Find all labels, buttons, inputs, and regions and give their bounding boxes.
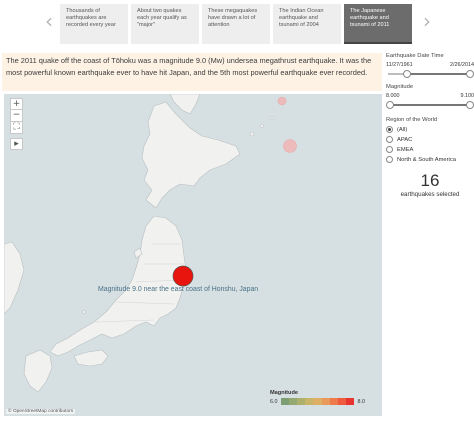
magnitude-max-handle[interactable] <box>466 101 474 109</box>
legend-color-step <box>280 398 289 405</box>
magnitude-range-slider[interactable] <box>386 101 474 109</box>
legend-color-step <box>338 398 347 405</box>
date-max-value: 2/26/2014 <box>450 62 474 68</box>
date-max-handle[interactable] <box>466 70 474 78</box>
quake-tohoku-2011 <box>172 265 194 287</box>
legend-color-step <box>346 398 355 405</box>
quake-count: 16 <box>420 171 440 190</box>
chevron-left-icon[interactable]: ‹ <box>42 2 56 42</box>
radio-button[interactable] <box>386 156 393 163</box>
story-point-label: About two quakes each year qualify as "m… <box>137 8 187 29</box>
legend-color-step <box>313 398 322 405</box>
legend-color-step <box>305 398 314 405</box>
quake-minor-2 <box>277 96 287 106</box>
land-kuril-2 <box>260 124 264 128</box>
land-kuril-3 <box>270 116 274 120</box>
magnitude-min-value: 8.000 <box>386 93 400 99</box>
zoom-in-button[interactable]: + <box>10 98 23 110</box>
story-caption: The 2011 quake off the coast of Tōhoku w… <box>2 53 382 91</box>
land-kuril-1 <box>249 131 255 137</box>
quake-minor-1 <box>283 139 297 153</box>
zoom-out-button[interactable]: − <box>10 110 23 122</box>
story-navigator: ‹ Thousands of earthquakes are recorded … <box>42 2 434 46</box>
map-canvas <box>4 94 297 393</box>
expand-toolbar-button[interactable]: ▸ <box>10 138 23 150</box>
region-option-apac[interactable]: APAC <box>386 136 474 143</box>
story-point-label: The Japanese earthquake and tsunami of 2… <box>350 8 390 29</box>
map-toolbar: + − ⛶ ▸ <box>10 98 23 150</box>
date-range-slider[interactable] <box>386 70 474 78</box>
legend-color-step <box>296 398 306 405</box>
story-point-4[interactable]: The Indian Ocean earthquake and tsunami … <box>273 4 341 44</box>
radio-button[interactable] <box>386 136 393 143</box>
land-sakhalin <box>169 94 201 115</box>
map-attribution[interactable]: © OpenStreetMap contributors <box>6 409 76 414</box>
land-kyushu <box>23 349 53 393</box>
date-min-handle[interactable] <box>403 70 411 78</box>
legend-max: 8.0 <box>357 398 366 405</box>
magnitude-min-handle[interactable] <box>386 101 394 109</box>
zoom-area-button[interactable]: ⛶ <box>10 122 23 134</box>
story-point-label: The Indian Ocean earthquake and tsunami … <box>279 8 324 29</box>
region-option-emea[interactable]: EMEA <box>386 146 474 153</box>
legend-color-step <box>321 398 330 405</box>
selection-summary: 16 earthquakes selected <box>386 171 474 198</box>
region-option-all[interactable]: (All) <box>386 126 474 133</box>
radio-button[interactable] <box>386 126 393 133</box>
date-min-value: 11/27/1961 <box>386 62 413 68</box>
story-point-label: Thousands of earthquakes are recorded ev… <box>66 8 116 29</box>
story-point-5-active[interactable]: The Japanese earthquake and tsunami of 2… <box>344 4 412 44</box>
legend-color-step <box>288 398 297 405</box>
radio-button[interactable] <box>386 146 393 153</box>
land-hokkaido <box>141 101 241 209</box>
legend-title: Magnitude <box>270 390 298 396</box>
region-option-label: (All) <box>397 126 408 133</box>
region-option-label: North & South America <box>397 156 456 163</box>
date-filter-label: Earthquake Date Time <box>386 53 444 59</box>
magnitude-max-value: 9.100 <box>460 93 474 99</box>
story-point-3[interactable]: These megaquakes have drawn a lot of att… <box>202 4 270 44</box>
chevron-right-icon[interactable]: › <box>420 2 434 42</box>
land-mainland <box>4 241 25 315</box>
filter-panel: Earthquake Date Time 11/27/1961 2/26/201… <box>386 53 474 198</box>
story-point-label: These megaquakes have drawn a lot of att… <box>208 8 258 29</box>
legend-color-ramp <box>280 398 355 405</box>
story-point-1[interactable]: Thousands of earthquakes are recorded ev… <box>60 4 128 44</box>
region-option-label: APAC <box>397 136 413 143</box>
land-oki <box>82 310 86 314</box>
quake-count-label: earthquakes selected <box>400 191 460 198</box>
region-option-label: EMEA <box>397 146 414 153</box>
earthquake-map[interactable]: + − ⛶ ▸ Magnitude 9.0 near the east coas… <box>4 94 382 416</box>
magnitude-legend: Magnitude 6.0 8.0 <box>270 390 382 405</box>
region-option-americas[interactable]: North & South America <box>386 156 474 163</box>
region-filter-label: Region of the World <box>386 117 438 123</box>
quake-annotation: Magnitude 9.0 near the east coast of Hon… <box>98 286 259 293</box>
legend-color-step <box>329 398 339 405</box>
magnitude-filter-label: Magnitude <box>386 84 414 90</box>
land-shikoku <box>73 349 109 367</box>
story-point-2[interactable]: About two quakes each year qualify as "m… <box>131 4 199 44</box>
legend-min: 6.0 <box>270 398 278 405</box>
